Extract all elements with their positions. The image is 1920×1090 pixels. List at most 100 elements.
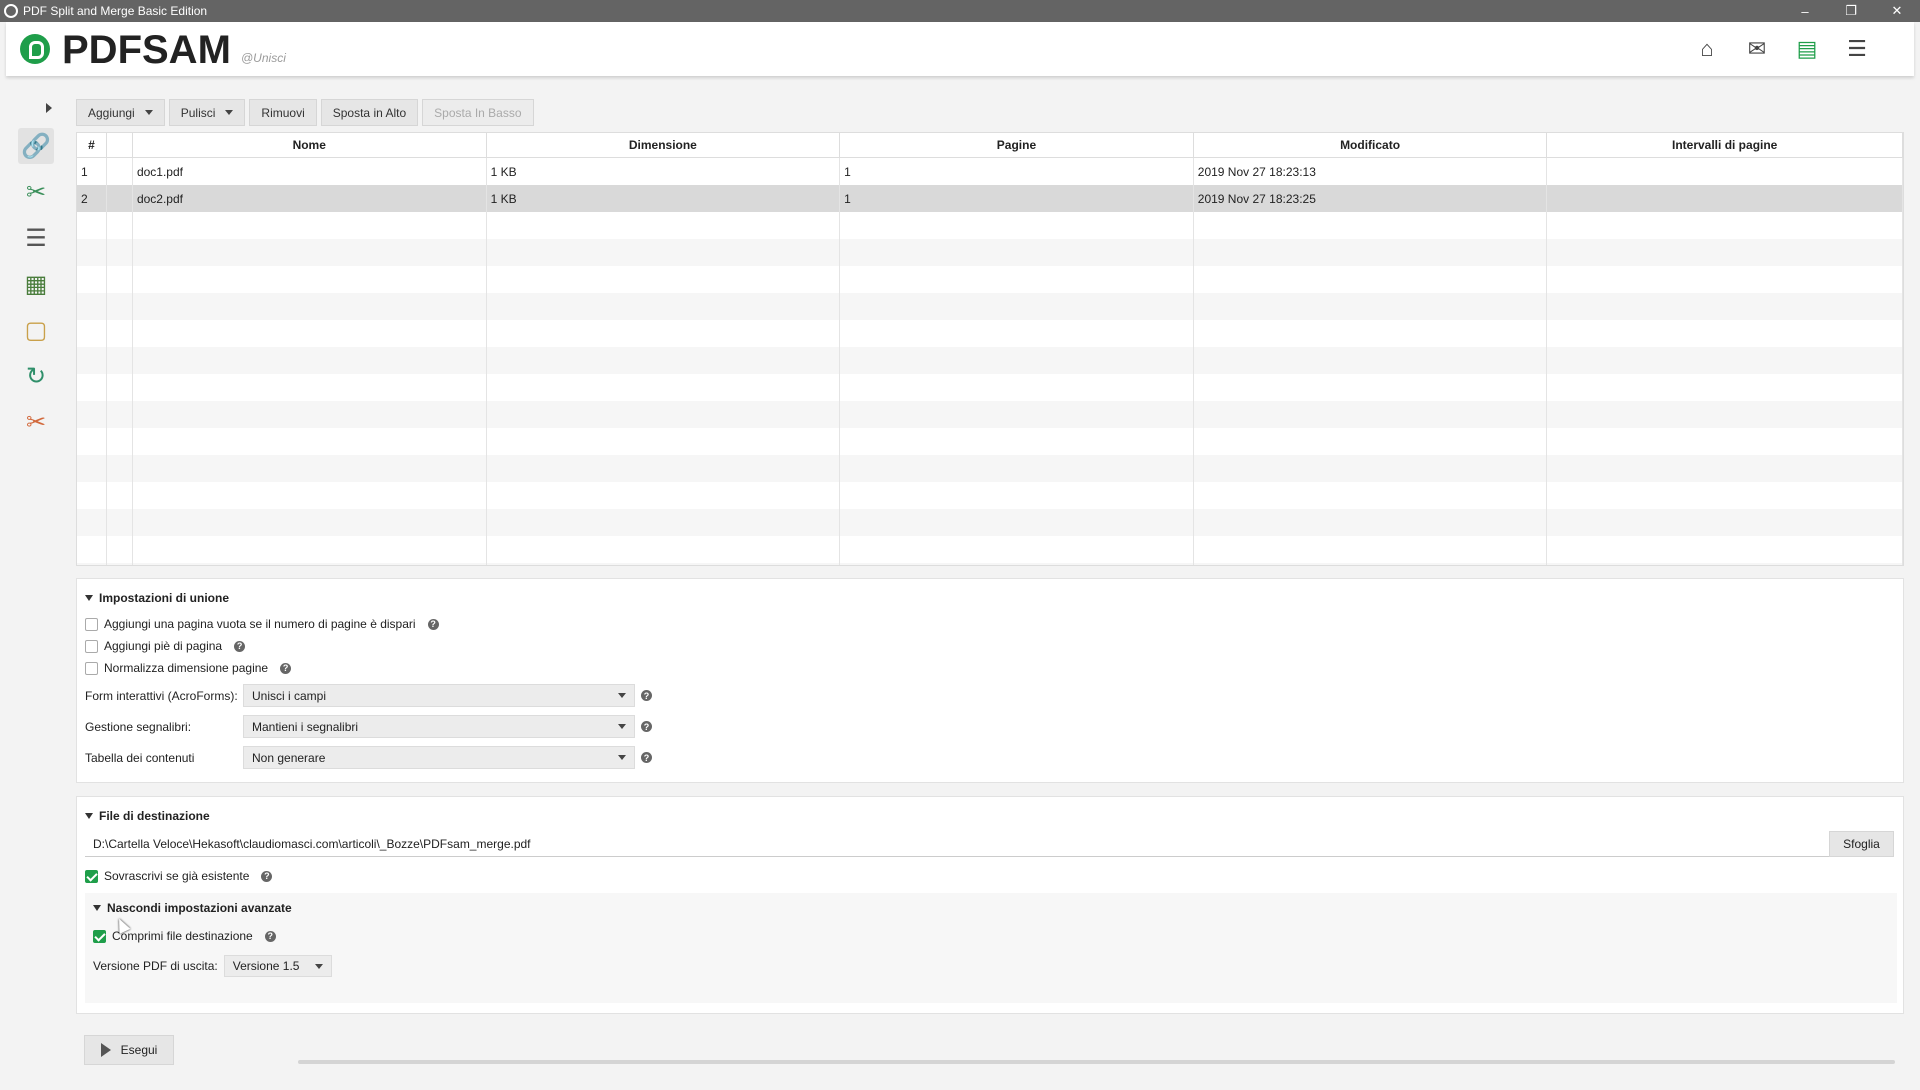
help-icon[interactable]: ? <box>234 640 246 652</box>
help-icon[interactable]: ? <box>427 618 439 630</box>
toc-select[interactable]: Non generare <box>243 746 635 769</box>
normalize-checkbox[interactable] <box>85 661 98 675</box>
pdf-version-select[interactable]: Versione 1.5 <box>223 955 332 977</box>
add-label: Aggiungi <box>88 105 135 120</box>
extract-icon[interactable]: ▢ <box>18 312 54 348</box>
clear-button[interactable]: Pulisci <box>168 99 246 126</box>
add-button[interactable]: Aggiungi <box>76 99 165 126</box>
column-header[interactable]: Pagine <box>840 133 1194 157</box>
footer-checkbox[interactable] <box>85 639 98 653</box>
window-title: PDF Split and Merge Basic Edition <box>23 4 208 18</box>
table-row[interactable]: 1 doc1.pdf 1 KB 1 2019 Nov 27 18:23:13 <box>77 158 1903 185</box>
bookmarks-value: Mantieni i segnalibri <box>252 719 359 734</box>
file-size: 1 KB <box>487 185 841 212</box>
help-icon[interactable]: ? <box>641 721 652 732</box>
row-number: 1 <box>77 158 107 185</box>
play-icon <box>100 1043 111 1057</box>
advanced-settings: Nascondi impostazioni avanzate Comprimi … <box>85 893 1897 1003</box>
help-icon[interactable]: ? <box>641 690 652 701</box>
pdfsam-logo-icon <box>20 34 50 64</box>
advanced-toggle[interactable]: Nascondi impostazioni avanzate <box>93 901 292 915</box>
destination-path-input[interactable]: D:\Cartella Veloce\Hekasoft\claudiomasci… <box>85 831 1835 857</box>
help-icon[interactable]: ? <box>280 662 292 674</box>
title-bar: PDF Split and Merge Basic Edition – ❐ ✕ <box>0 0 1920 22</box>
table-header: # Nome Dimensione Pagine Modificato Inte… <box>77 133 1903 158</box>
overwrite-checkbox[interactable] <box>85 869 98 883</box>
move-up-button[interactable]: Sposta in Alto <box>320 99 419 126</box>
clear-label: Pulisci <box>180 105 216 120</box>
alternate-mix-icon[interactable]: ▦ <box>18 266 54 302</box>
normalize-option[interactable]: Normalizza dimensione pagine ? <box>85 661 292 675</box>
empty-row <box>77 212 1903 239</box>
overwrite-label: Sovrascrivi se già esistente <box>104 869 250 883</box>
split-by-bookmarks-icon[interactable]: ☰ <box>18 220 54 256</box>
home-icon[interactable]: ⌂ <box>1694 36 1720 62</box>
news-icon[interactable]: ▤ <box>1794 36 1820 62</box>
column-header[interactable]: Modificato <box>1194 133 1548 157</box>
row-status <box>107 185 133 212</box>
browse-button[interactable]: Sfoglia <box>1829 831 1894 857</box>
blank-page-option[interactable]: Aggiungi una pagina vuota se il numero d… <box>85 617 439 631</box>
restore-icon[interactable]: ❐ <box>1828 0 1874 22</box>
compress-checkbox[interactable] <box>93 929 106 943</box>
merge-settings-panel: Impostazioni di unione Aggiungi una pagi… <box>76 578 1904 783</box>
rotate-icon[interactable]: ↻ <box>18 358 54 394</box>
logo-text: PDFSAM <box>62 28 231 72</box>
header-actions: ⌂ ✉ ▤ ☰ <box>1694 36 1870 62</box>
row-number: 2 <box>77 185 107 212</box>
file-modified: 2019 Nov 27 18:23:13 <box>1194 158 1548 185</box>
destination-title: File di destinazione <box>99 809 210 823</box>
empty-row <box>77 482 1903 509</box>
move-down-button[interactable]: Sposta In Basso <box>422 99 534 126</box>
column-header[interactable]: Intervalli di pagine <box>1547 133 1903 157</box>
acroforms-select[interactable]: Unisci i campi <box>243 684 635 707</box>
feedback-icon[interactable]: ✉ <box>1744 36 1770 62</box>
chevron-down-icon <box>618 693 626 698</box>
collapse-icon <box>93 905 101 911</box>
file-size: 1 KB <box>487 158 841 185</box>
collapse-icon <box>85 813 93 819</box>
merge-settings-toggle[interactable]: Impostazioni di unione <box>85 591 229 605</box>
split-by-size-icon[interactable]: ✂ <box>18 404 54 440</box>
merge-module-icon[interactable]: 🔗 <box>18 128 54 164</box>
column-header[interactable]: # <box>77 133 107 157</box>
minimize-icon[interactable]: – <box>1782 0 1828 22</box>
empty-row <box>77 320 1903 347</box>
bookmarks-select[interactable]: Mantieni i segnalibri <box>243 715 635 738</box>
help-icon[interactable]: ? <box>641 752 652 763</box>
column-header[interactable] <box>107 133 133 157</box>
blank-page-checkbox[interactable] <box>85 617 98 631</box>
toc-label: Tabella dei contenuti <box>85 750 195 765</box>
acroforms-row: Form interattivi (AcroForms): Unisci i c… <box>85 684 652 707</box>
empty-row <box>77 347 1903 374</box>
page-ranges-cell[interactable] <box>1547 158 1903 185</box>
empty-row <box>77 428 1903 455</box>
page-ranges-cell[interactable] <box>1547 185 1903 212</box>
empty-row <box>77 536 1903 563</box>
footer-option[interactable]: Aggiungi piè di pagina ? <box>85 639 246 653</box>
empty-row <box>77 563 1903 565</box>
file-name: doc1.pdf <box>133 158 487 185</box>
bookmarks-row: Gestione segnalibri: Mantieni i segnalib… <box>85 715 652 738</box>
chevron-down-icon <box>314 963 323 969</box>
column-header[interactable]: Nome <box>133 133 487 157</box>
pdf-version-value: Versione 1.5 <box>232 959 300 973</box>
table-row[interactable]: 2 doc2.pdf 1 KB 1 2019 Nov 27 18:23:25 <box>77 185 1903 212</box>
menu-icon[interactable]: ☰ <box>1844 36 1870 62</box>
column-header[interactable]: Dimensione <box>487 133 841 157</box>
footer-label: Aggiungi piè di pagina <box>104 639 223 653</box>
compress-label: Comprimi file destinazione <box>112 929 253 943</box>
split-module-icon[interactable]: ✂ <box>18 174 54 210</box>
chevron-down-icon <box>618 755 626 760</box>
run-button[interactable]: Esegui <box>84 1035 174 1065</box>
help-icon[interactable]: ? <box>261 870 273 882</box>
app-icon <box>4 4 18 18</box>
destination-toggle[interactable]: File di destinazione <box>85 809 210 823</box>
sidebar-expand-icon[interactable] <box>46 103 52 113</box>
toc-row: Tabella dei contenuti Non generare ? <box>85 746 652 769</box>
help-icon[interactable]: ? <box>264 930 276 942</box>
close-icon[interactable]: ✕ <box>1874 0 1920 22</box>
overwrite-option[interactable]: Sovrascrivi se già esistente ? <box>85 869 273 883</box>
file-name: doc2.pdf <box>133 185 487 212</box>
remove-button[interactable]: Rimuovi <box>249 99 317 126</box>
